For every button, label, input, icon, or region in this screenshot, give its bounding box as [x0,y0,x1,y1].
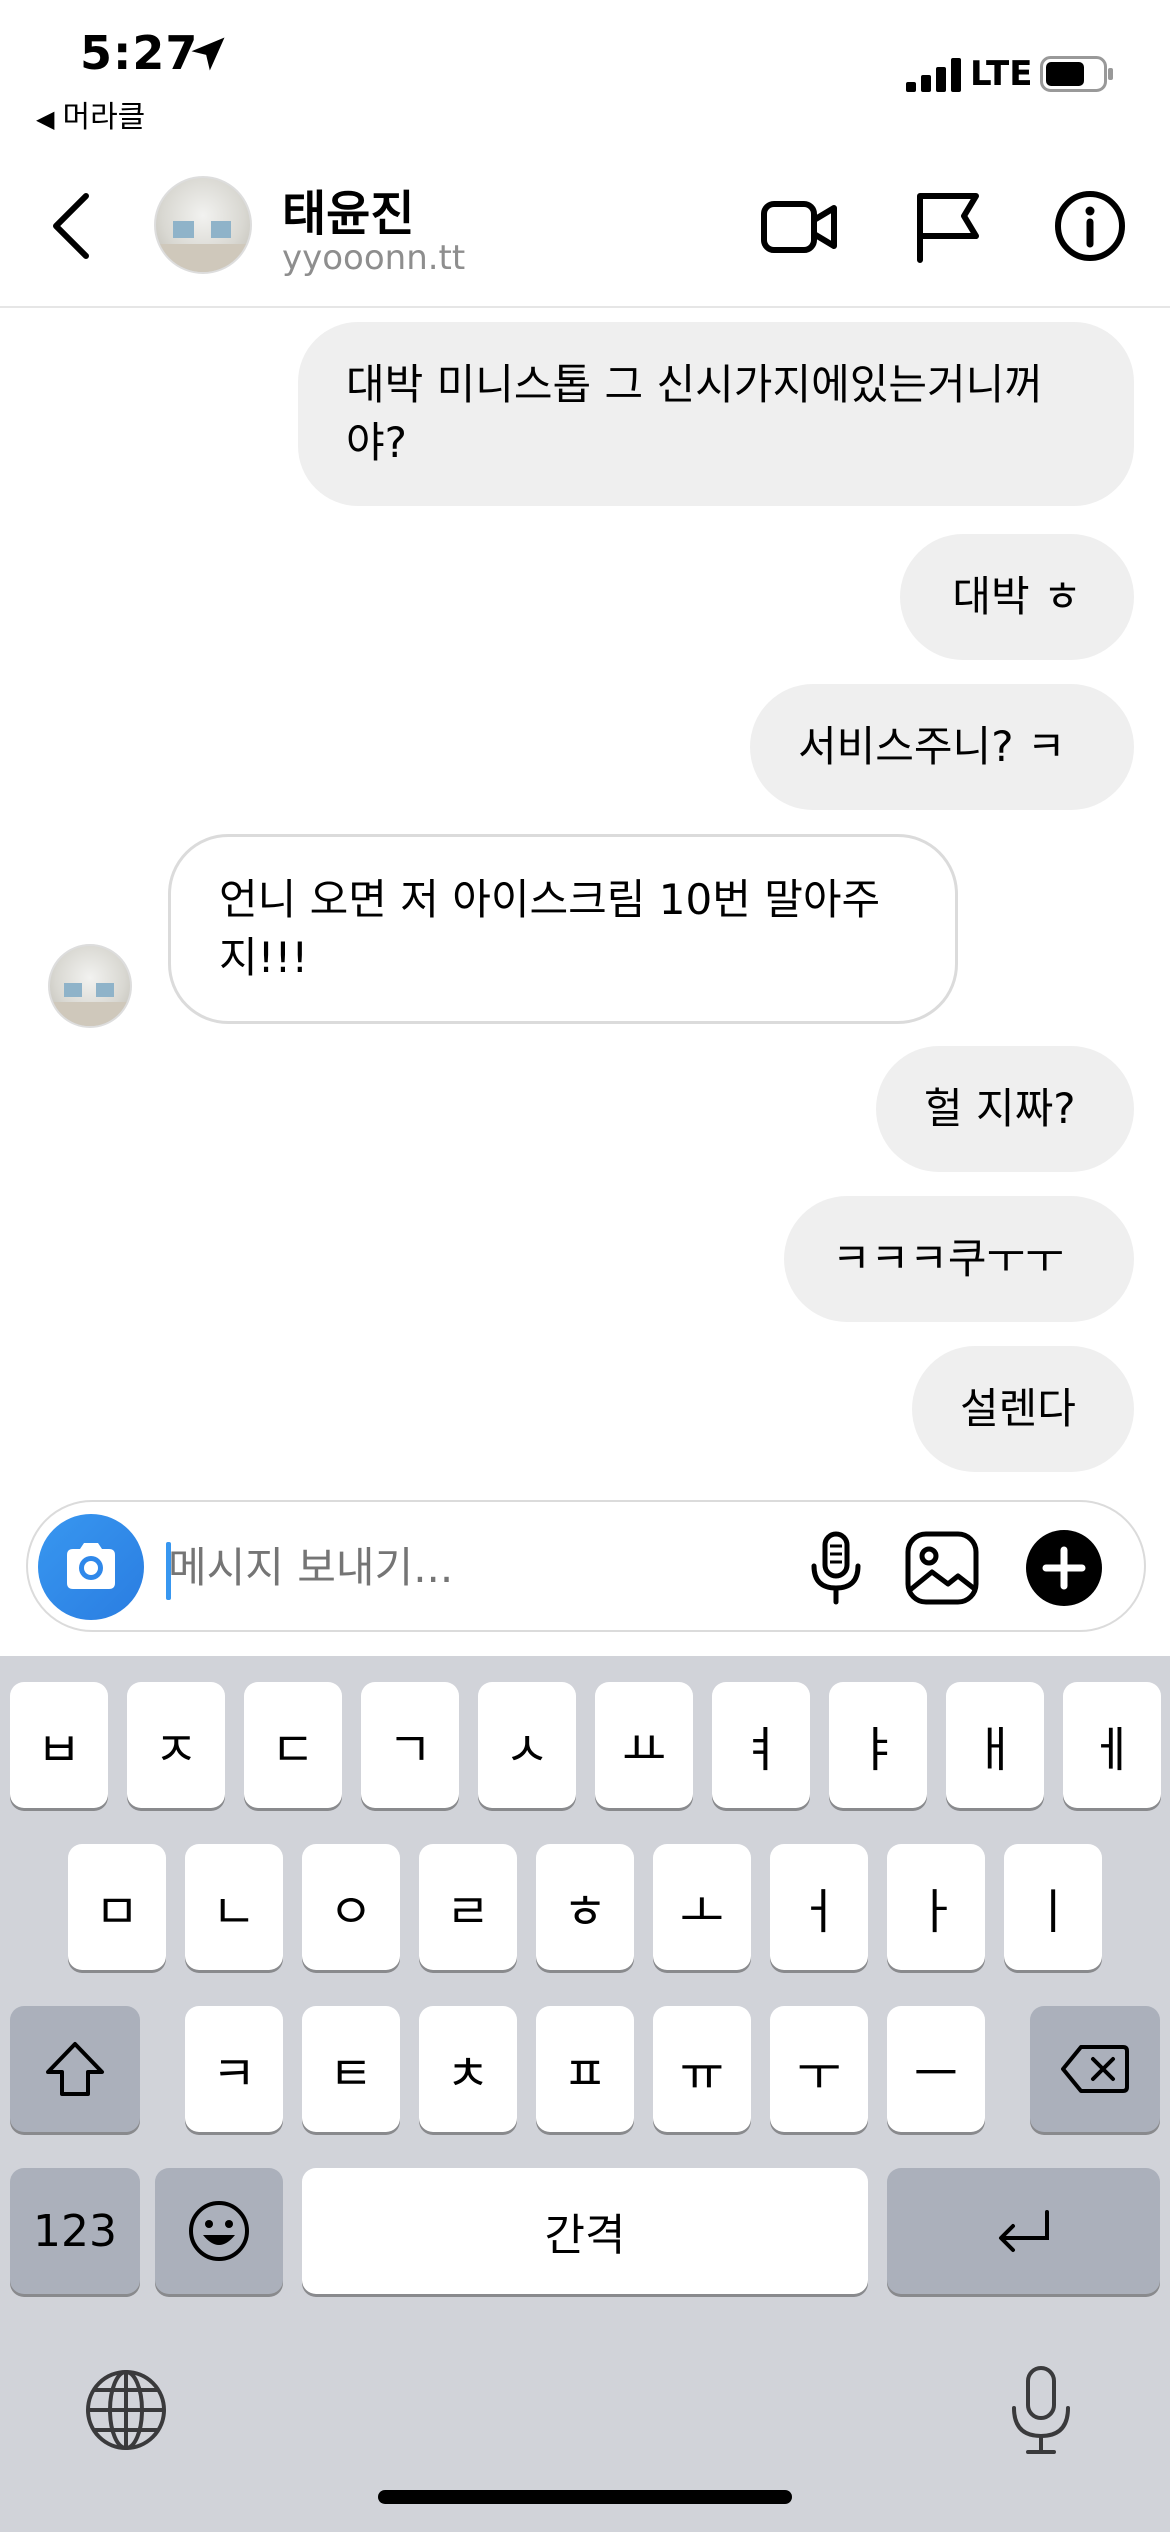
plus-icon[interactable] [1022,1526,1106,1610]
numbers-key[interactable]: 123 [10,2168,140,2294]
sent-message-bubble[interactable]: 대박 ㅎ [900,534,1134,660]
message-text: 대박 미니스톱 그 신시가지에있는거니꺼 야? [346,360,1043,467]
contact-username[interactable]: yyooonn.tt [282,238,465,278]
sent-message-bubble[interactable]: ㅋㅋㅋ쿠ㅜㅜ [784,1196,1134,1322]
key[interactable]: ㅊ [419,2006,517,2132]
back-to-app-link[interactable]: ◀ 머라클 [36,92,145,136]
key[interactable]: ㅋ [185,2006,283,2132]
camera-icon [67,1543,115,1589]
info-icon[interactable] [1048,184,1132,268]
key[interactable]: ㅍ [536,2006,634,2132]
back-triangle-icon: ◀ [36,105,55,133]
key[interactable]: ㄴ [185,1844,283,1970]
emoji-icon [189,2201,249,2261]
key[interactable]: ㄹ [419,1844,517,1970]
key[interactable]: ㅓ [770,1844,868,1970]
globe-icon[interactable] [84,2368,168,2452]
return-icon [998,2210,1049,2252]
key[interactable]: ㅡ [887,2006,985,2132]
key[interactable]: ㅛ [595,1682,693,1808]
sent-message-bubble[interactable]: 헐 지짜? [876,1046,1134,1172]
message-text: 언니 오면 저 아이스크림 10번 말아주 지!!! [219,875,881,982]
key[interactable]: ㅎ [536,1844,634,1970]
message-input[interactable] [168,1532,748,1602]
shift-key[interactable] [10,2006,140,2132]
received-message-bubble[interactable]: 언니 오면 저 아이스크림 10번 말아주 지!!! [168,834,958,1024]
key[interactable]: ㅜ [770,2006,868,2132]
back-app-label: 머라클 [62,100,146,135]
sent-message-bubble[interactable]: 설렌다 [912,1346,1134,1472]
message-text: 설렌다 [960,1384,1076,1433]
dictation-microphone-icon[interactable] [1006,2364,1076,2458]
chat-header: 태윤진 yyooonn.tt [0,150,1170,308]
sent-message-bubble[interactable]: 대박 미니스톱 그 신시가지에있는거니꺼 야? [298,322,1134,506]
key[interactable]: ㅔ [1063,1682,1161,1808]
key[interactable]: ㅕ [712,1682,810,1808]
home-indicator[interactable] [378,2490,792,2504]
message-text: 대박 ㅎ [952,572,1082,621]
avatar[interactable] [154,176,252,274]
key[interactable]: ㅏ [887,1844,985,1970]
key[interactable]: ㄱ [361,1682,459,1808]
network-type: LTE [970,54,1033,94]
key[interactable]: ㅐ [946,1682,1044,1808]
backspace-icon [1061,2045,1129,2093]
message-text: ㅋㅋㅋ쿠ㅜㅜ [832,1234,1064,1283]
emoji-key[interactable] [155,2168,283,2294]
gallery-icon[interactable] [902,1528,982,1608]
key[interactable]: ㅌ [302,2006,400,2132]
key[interactable]: ㅅ [478,1682,576,1808]
key[interactable]: ㄷ [244,1682,342,1808]
microphone-icon[interactable] [796,1528,876,1608]
key[interactable]: ㅑ [829,1682,927,1808]
message-text: 서비스주니? ㅋ [798,722,1066,771]
shift-icon [46,2042,104,2096]
key[interactable]: ㅂ [10,1682,108,1808]
key[interactable]: ㅣ [1004,1844,1102,1970]
contact-name[interactable]: 태윤진 [282,174,414,244]
flag-icon[interactable] [904,184,988,268]
sent-message-bubble[interactable]: 서비스주니? ㅋ [750,684,1134,810]
battery-icon [1040,56,1113,92]
backspace-key[interactable] [1030,2006,1160,2132]
key[interactable]: ㅁ [68,1844,166,1970]
status-time: 5:27 [80,26,199,80]
camera-button[interactable] [38,1514,144,1620]
key[interactable]: ㅗ [653,1844,751,1970]
message-composer [26,1500,1146,1632]
space-key[interactable]: 간격 [302,2168,868,2294]
back-icon[interactable] [40,188,104,264]
location-arrow-icon [191,37,225,71]
cellular-signal-icon [906,58,961,92]
status-bar: 5:27 ◀ 머라클 LTE [0,0,1170,140]
return-key[interactable] [887,2168,1160,2294]
avatar[interactable] [48,944,132,1028]
key[interactable]: ㅠ [653,2006,751,2132]
video-call-icon[interactable] [758,184,842,268]
message-text: 헐 지짜? [924,1084,1076,1133]
key[interactable]: ㅇ [302,1844,400,1970]
key[interactable]: ㅈ [127,1682,225,1808]
